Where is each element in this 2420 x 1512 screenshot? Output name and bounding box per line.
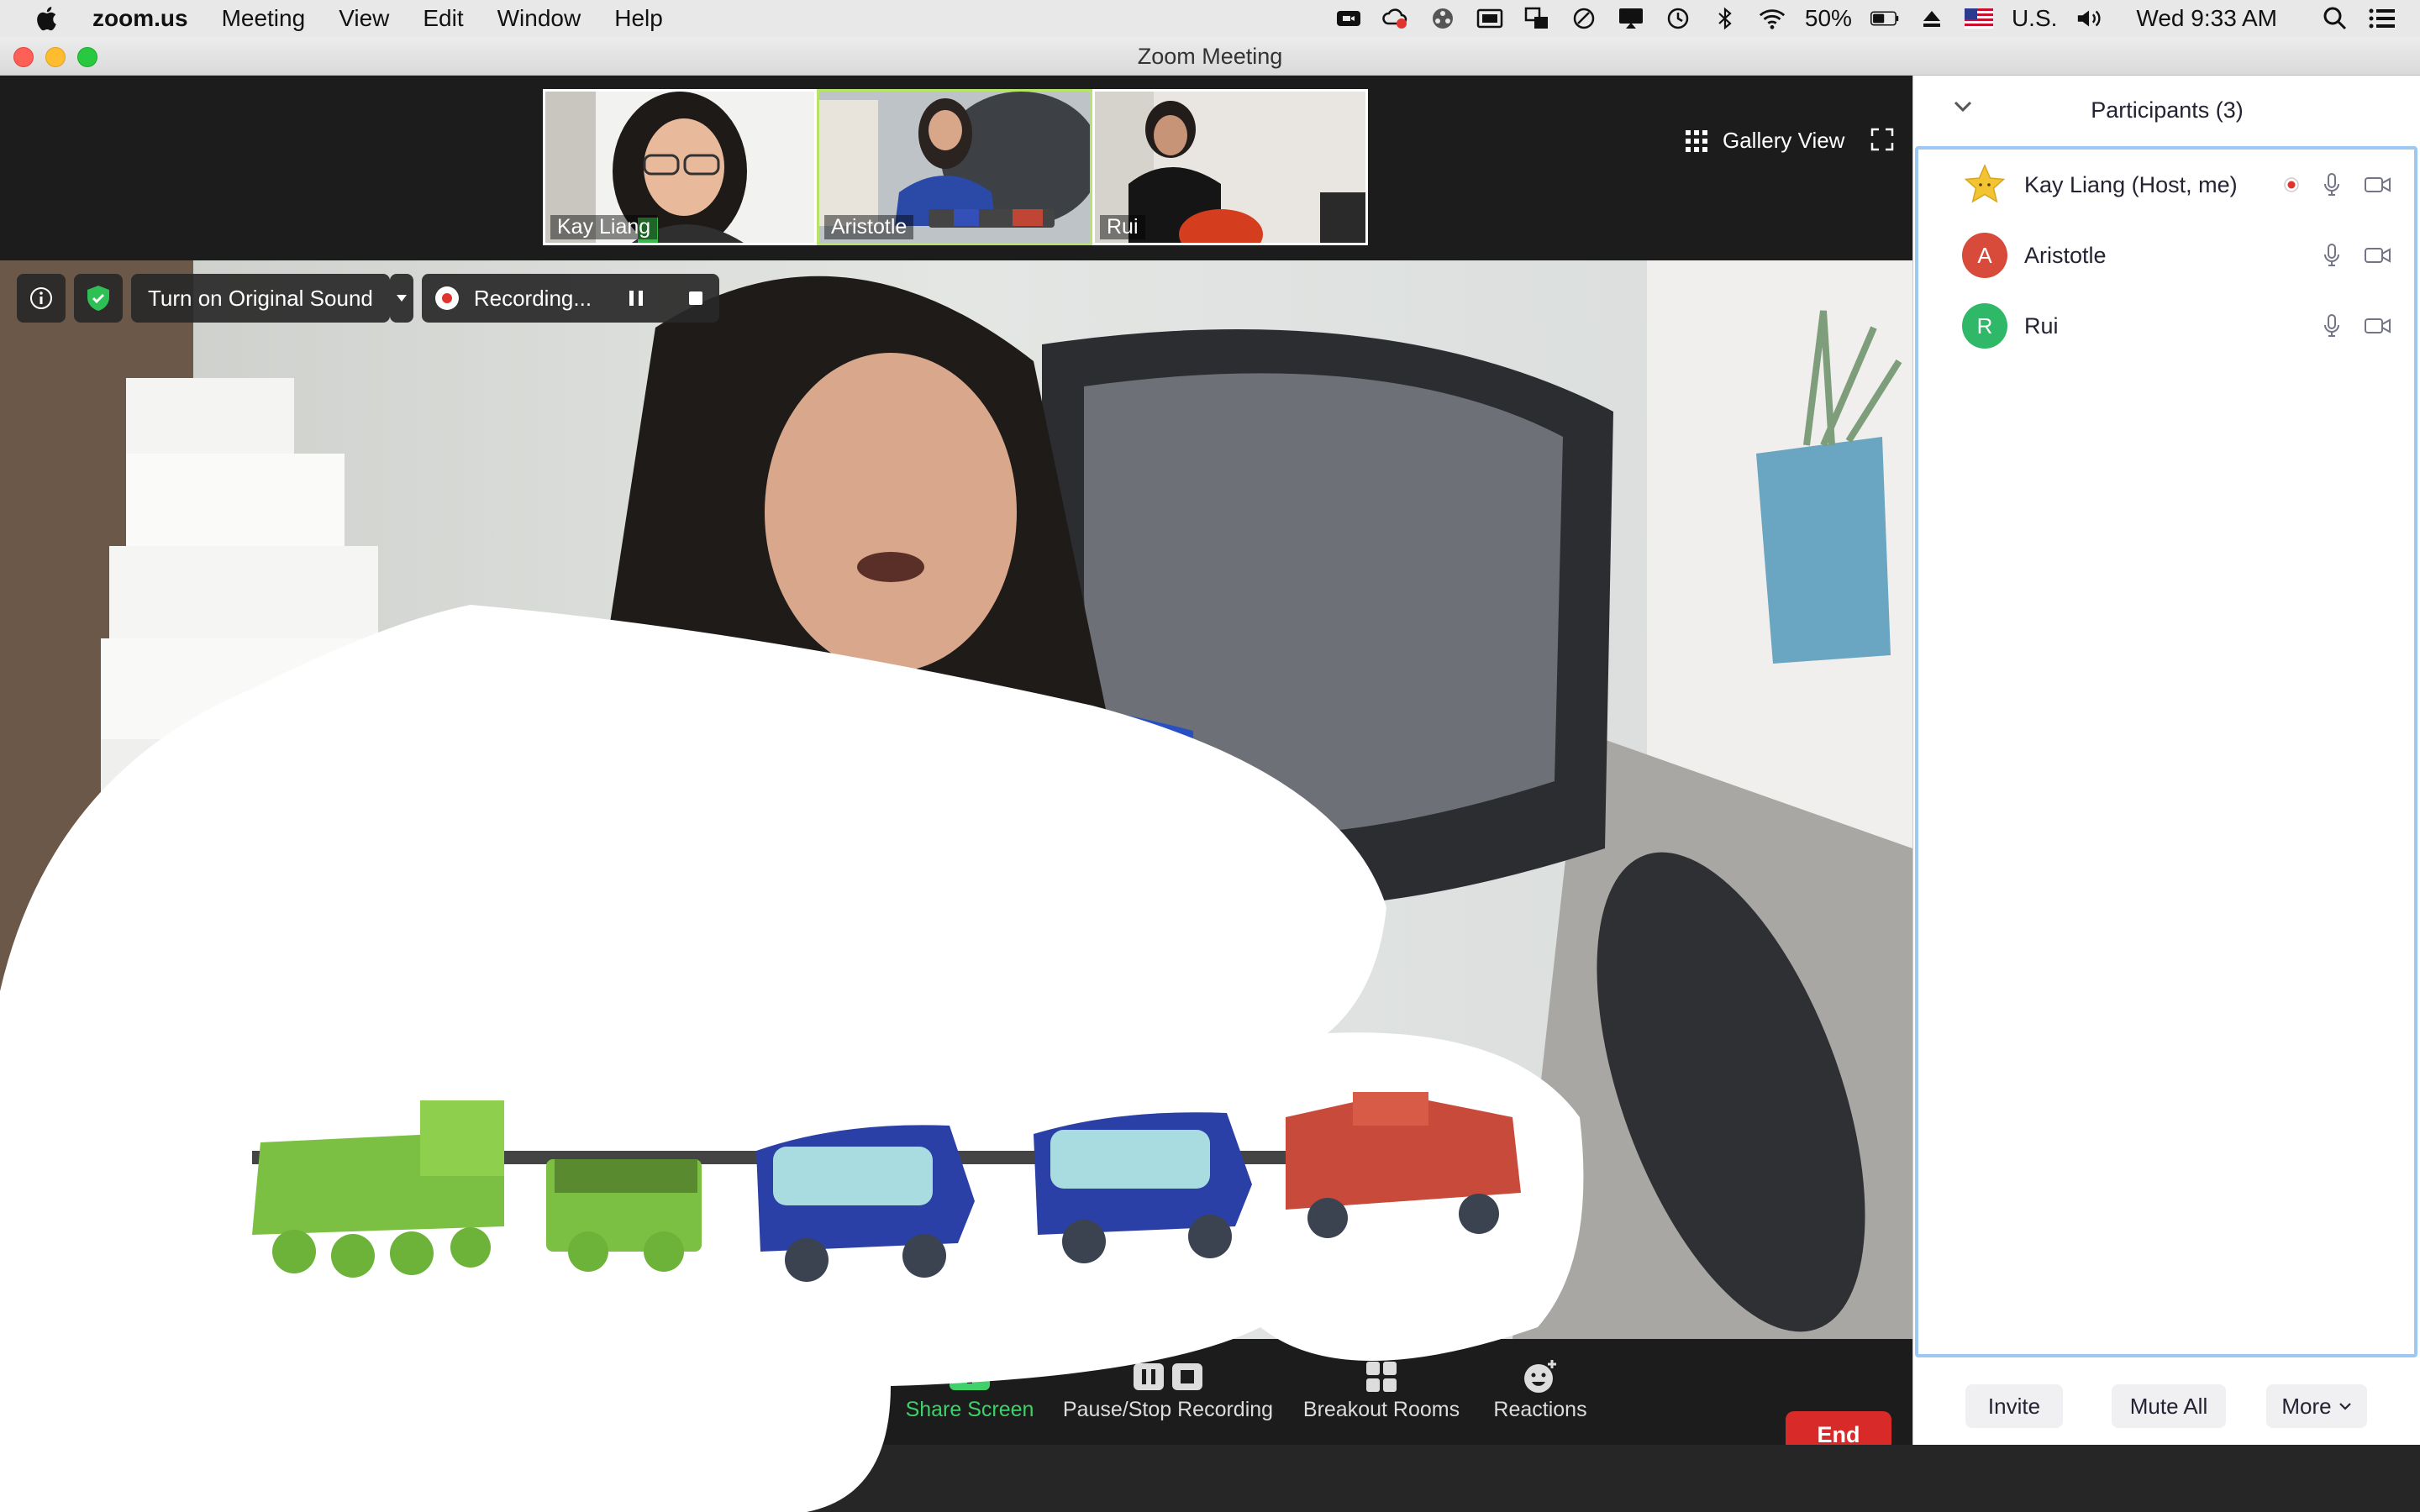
share-screen-label: Share Screen xyxy=(905,1398,1034,1421)
zoom-window: Zoom Meeting Kay Liang Aristotle Rui Gal… xyxy=(0,37,2420,1458)
participants-header: Participants (3) xyxy=(1913,76,2420,148)
time-machine-icon[interactable] xyxy=(1664,6,1692,31)
recording-label: Recording... xyxy=(473,285,592,311)
gallery-view-button[interactable]: Gallery View xyxy=(1686,128,1844,154)
screen-icon[interactable] xyxy=(1476,6,1504,31)
menu-edit[interactable]: Edit xyxy=(423,5,463,32)
breakout-rooms-icon xyxy=(1366,1362,1397,1392)
mute-all-button[interactable]: Mute All xyxy=(2112,1384,2226,1428)
bluetooth-icon[interactable] xyxy=(1711,6,1739,31)
menu-window[interactable]: Window xyxy=(497,5,581,32)
microphone-icon[interactable] xyxy=(2323,313,2340,339)
window-title: Zoom Meeting xyxy=(1137,44,1283,69)
microphone-icon[interactable] xyxy=(2323,243,2340,268)
zoom-camera-icon[interactable] xyxy=(1334,6,1363,31)
participants-list: Kay Liang (Host, me) A Aristotle R Rui xyxy=(1915,146,2417,1357)
spotlight-search-icon[interactable] xyxy=(2321,6,2349,31)
wifi-icon[interactable] xyxy=(1758,6,1786,31)
participants-title: Participants (3) xyxy=(2091,97,2244,123)
breakout-rooms-button[interactable]: Breakout Rooms xyxy=(1294,1356,1469,1422)
menu-app-name[interactable]: zoom.us xyxy=(92,5,188,32)
invite-button[interactable]: Invite xyxy=(1965,1384,2063,1428)
participant-name: Rui xyxy=(2024,312,2059,339)
meeting-toolbar: Share Screen Pause/Stop Recording Breako… xyxy=(0,1339,1912,1445)
menu-help[interactable]: Help xyxy=(614,5,663,32)
gallery-view-label: Gallery View xyxy=(1723,128,1845,153)
menu-view[interactable]: View xyxy=(339,5,389,32)
fullscreen-icon[interactable] xyxy=(1870,128,1894,151)
microphone-icon[interactable] xyxy=(2323,172,2340,197)
pause-stop-recording-button[interactable]: Pause/Stop Recording xyxy=(1057,1356,1279,1422)
grid-icon xyxy=(1686,129,1707,152)
pause-stop-recording-icon xyxy=(1134,1363,1202,1390)
more-label: More xyxy=(2281,1393,2332,1419)
pause-stop-recording-label: Pause/Stop Recording xyxy=(1062,1398,1274,1421)
caret-down-icon xyxy=(396,295,407,302)
participants-panel: Participants (3) Kay Liang (Host, me) A … xyxy=(1912,76,2420,1445)
airplay-icon[interactable] xyxy=(1617,6,1645,31)
participant-name: Kay Liang (Host, me) xyxy=(2024,171,2238,197)
input-source-label[interactable]: U.S. xyxy=(2012,5,2057,32)
menubar-status-area: 50% U.S. Wed 9:33 AM xyxy=(1334,0,2396,37)
recording-dot-icon xyxy=(2284,177,2299,192)
more-button[interactable]: More xyxy=(2266,1384,2367,1428)
encryption-shield-button[interactable] xyxy=(74,274,123,323)
participant-name: Aristotle xyxy=(2024,242,2107,268)
menu-meeting[interactable]: Meeting xyxy=(222,5,306,32)
meeting-info-button[interactable] xyxy=(17,274,66,323)
window-titlebar[interactable]: Zoom Meeting xyxy=(0,37,2420,76)
share-screen-button[interactable]: Share Screen xyxy=(904,1356,1035,1422)
star-avatar-icon xyxy=(1962,162,2007,207)
video-camera-icon[interactable] xyxy=(2364,316,2392,336)
us-flag-icon[interactable] xyxy=(1964,6,1993,31)
reactions-label: Reactions xyxy=(1493,1398,1587,1421)
participant-row-aristotle[interactable]: A Aristotle xyxy=(1918,220,2414,291)
volume-icon[interactable] xyxy=(2075,6,2104,31)
video-camera-icon[interactable] xyxy=(2364,245,2392,265)
pause-icon[interactable] xyxy=(627,288,645,308)
desktop-bottom-strip xyxy=(0,1445,2420,1512)
apple-icon[interactable] xyxy=(34,4,62,33)
macos-menubar: zoom.us Meeting View Edit Window Help 50… xyxy=(0,0,2420,37)
active-speaker-frame xyxy=(0,260,1912,1339)
battery-percent: 50% xyxy=(1804,5,1852,31)
participant-row-kay-liang[interactable]: Kay Liang (Host, me) xyxy=(1918,150,2414,220)
participant-row-rui[interactable]: R Rui xyxy=(1918,291,2414,361)
thumbnail-name-rui: Rui xyxy=(1100,215,1145,239)
shield-check-icon xyxy=(87,286,109,311)
participant-avatar: A xyxy=(1962,233,2007,278)
reactions-icon xyxy=(1524,1360,1556,1393)
thumbnail-name-aristotle: Aristotle xyxy=(824,215,914,239)
reactions-button[interactable]: Reactions xyxy=(1484,1356,1597,1422)
video-thumbnail-aristotle[interactable]: Aristotle xyxy=(817,89,1092,245)
stop-icon[interactable] xyxy=(686,288,706,308)
record-dot-icon xyxy=(434,286,459,310)
active-speaker-video xyxy=(0,260,1912,1339)
notification-center-icon[interactable] xyxy=(2368,6,2396,31)
thumbnail-name-kay-liang: Kay Liang xyxy=(550,215,658,239)
meeting-info-bar: Turn on Original Sound Recording... xyxy=(17,274,720,323)
recording-indicator[interactable]: Recording... xyxy=(421,274,720,323)
breakout-rooms-label: Breakout Rooms xyxy=(1302,1398,1460,1421)
original-sound-button[interactable]: Turn on Original Sound xyxy=(131,274,390,323)
video-thumbnail-rui[interactable]: Rui xyxy=(1092,89,1368,245)
video-camera-icon[interactable] xyxy=(2364,175,2392,195)
participants-footer: Invite Mute All More xyxy=(1913,1369,2420,1445)
info-icon xyxy=(30,287,52,309)
video-thumbnail-kay-liang[interactable]: Kay Liang xyxy=(543,89,817,245)
chevron-down-icon xyxy=(2338,1403,2351,1410)
menubar-clock[interactable]: Wed 9:33 AM xyxy=(2136,5,2277,32)
meeting-area: Kay Liang Aristotle Rui Gallery View Tur… xyxy=(0,76,1912,1458)
original-sound-dropdown[interactable] xyxy=(389,274,413,323)
participant-avatar: R xyxy=(1962,303,2007,349)
battery-icon[interactable] xyxy=(1870,6,1899,31)
eject-icon[interactable] xyxy=(1918,6,1946,31)
compass-icon[interactable] xyxy=(1570,6,1598,31)
cloud-sync-icon[interactable] xyxy=(1381,6,1410,31)
window-overlap-icon[interactable] xyxy=(1523,6,1551,31)
reel-icon[interactable] xyxy=(1428,6,1457,31)
share-screen-icon xyxy=(950,1363,990,1390)
